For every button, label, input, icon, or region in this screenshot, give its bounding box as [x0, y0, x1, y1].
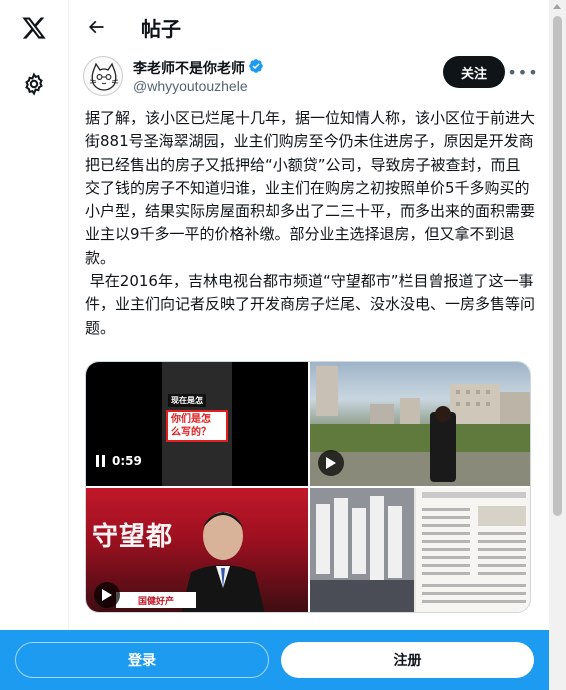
newspaper-collage: [310, 488, 530, 612]
media-grid: 现在是怎 你们是怎 么写的？ 0:59 守望都 国健好产: [85, 361, 531, 613]
video-duration: 0:59: [96, 454, 142, 468]
author-name[interactable]: 李老师不是你老师: [133, 58, 264, 78]
page-title: 帖子: [141, 17, 181, 41]
page-header: 帖子: [69, 0, 549, 53]
author-row: 李老师不是你老师 @whyyoutouzhele 关注 •••: [83, 56, 538, 102]
author-handle[interactable]: @whyyoutouzhele: [133, 78, 248, 94]
play-icon[interactable]: [318, 450, 344, 476]
settings-gear-icon[interactable]: [14, 64, 54, 104]
play-icon[interactable]: [94, 582, 120, 608]
author-name-text: 李老师不是你老师: [133, 61, 245, 77]
scrollbar-thumb[interactable]: [553, 16, 562, 516]
video-duration-text: 0:59: [112, 454, 142, 468]
left-rail: [0, 0, 69, 690]
media-image-construction-site[interactable]: [310, 362, 530, 486]
login-button[interactable]: 登录: [15, 642, 269, 678]
video-caption-box: 你们是怎 么写的？: [166, 410, 228, 442]
follow-button[interactable]: 关注: [443, 56, 505, 88]
media-image-news-broadcast[interactable]: 守望都 国健好产: [86, 488, 308, 612]
media-video[interactable]: 现在是怎 你们是怎 么写的？ 0:59: [86, 362, 308, 486]
post-detail-column: 帖子 李老师不是你老师 @whyyoutouzhele 关注 ••• 据了解，该…: [69, 0, 549, 690]
back-arrow-icon[interactable]: [79, 10, 113, 44]
avatar[interactable]: [83, 56, 123, 96]
post-text: 据了解，该小区已烂尾十几年，据一位知情人称，该小区位于前进大街881号圣海翠湖园…: [85, 109, 536, 337]
media-image-newspaper-collage[interactable]: [310, 488, 530, 612]
pause-icon: [96, 455, 105, 467]
signup-button[interactable]: 注册: [281, 642, 534, 678]
scroll-up-arrow-icon[interactable]: [553, 4, 561, 9]
broadcast-ticker: 国健好产: [116, 592, 196, 608]
verified-badge-icon: [248, 58, 264, 78]
more-options-icon[interactable]: •••: [507, 60, 537, 84]
video-caption-top: 现在是怎: [168, 394, 206, 407]
bottom-signup-bar: 登录 注册: [0, 630, 549, 690]
scrollbar[interactable]: [549, 0, 566, 690]
x-logo-icon[interactable]: [14, 8, 54, 48]
